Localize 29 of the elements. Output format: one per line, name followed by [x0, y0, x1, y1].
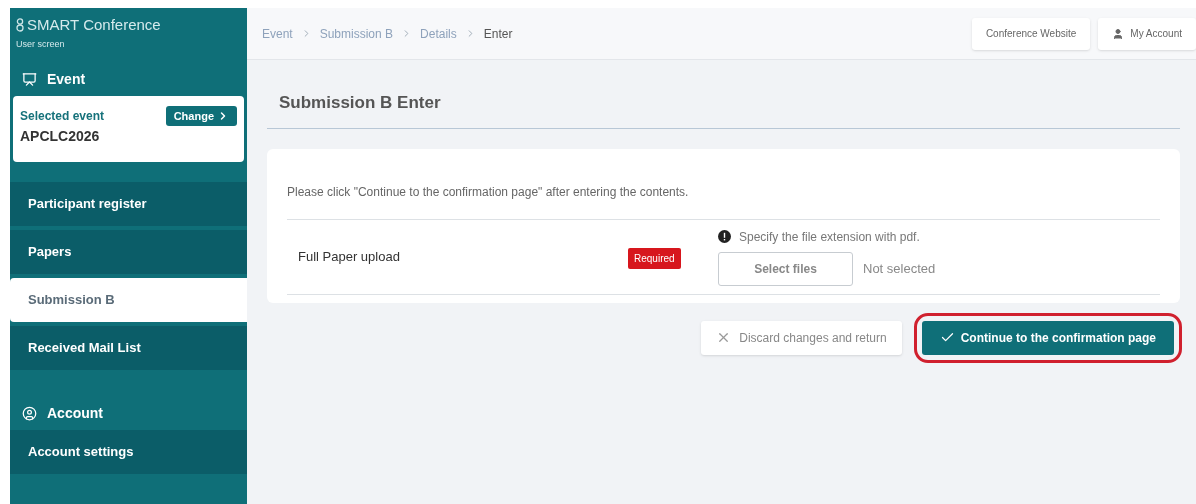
brand-subtitle: User screen [16, 37, 66, 51]
brand-title: SMART Conference [27, 15, 161, 35]
nav-item[interactable]: Participant register [10, 182, 247, 226]
info-icon [718, 230, 731, 243]
section-title: Event [47, 69, 86, 89]
page-title: Submission B Enter [267, 90, 1180, 129]
selected-event-label: Selected event [20, 108, 105, 125]
continue-button[interactable]: Continue to the confirmation page [921, 320, 1174, 355]
required-badge: Required [628, 247, 681, 269]
file-status: Not selected [863, 259, 936, 278]
nav-item[interactable]: Account settings [10, 430, 247, 474]
instruction-text: Please click "Continue to the confirmation page" after entering the contents. [287, 182, 1160, 220]
nav-item[interactable]: Papers [10, 230, 247, 274]
logo-icon [16, 18, 24, 33]
section-title: Account [47, 403, 103, 423]
change-button[interactable]: Change [165, 106, 237, 126]
field-label: Full Paper upload [298, 247, 401, 266]
my-account-button[interactable]: My Account [1098, 17, 1196, 50]
nav-item[interactable]: Submission B [10, 278, 248, 322]
user-icon [1112, 27, 1125, 40]
conference-website-button[interactable]: Conference Website [971, 17, 1091, 50]
breadcrumb-current: Enter [483, 25, 513, 43]
hint-text: Specify the file extension with pdf. [739, 228, 920, 246]
presentation-icon [22, 71, 37, 87]
account-icon [22, 405, 37, 421]
select-files-button[interactable]: Select files [718, 251, 853, 286]
nav-item[interactable]: Received Mail List [10, 326, 247, 370]
event-name: APCLC2026 [20, 127, 101, 146]
discard-button[interactable]: Discard changes and return [701, 320, 902, 355]
